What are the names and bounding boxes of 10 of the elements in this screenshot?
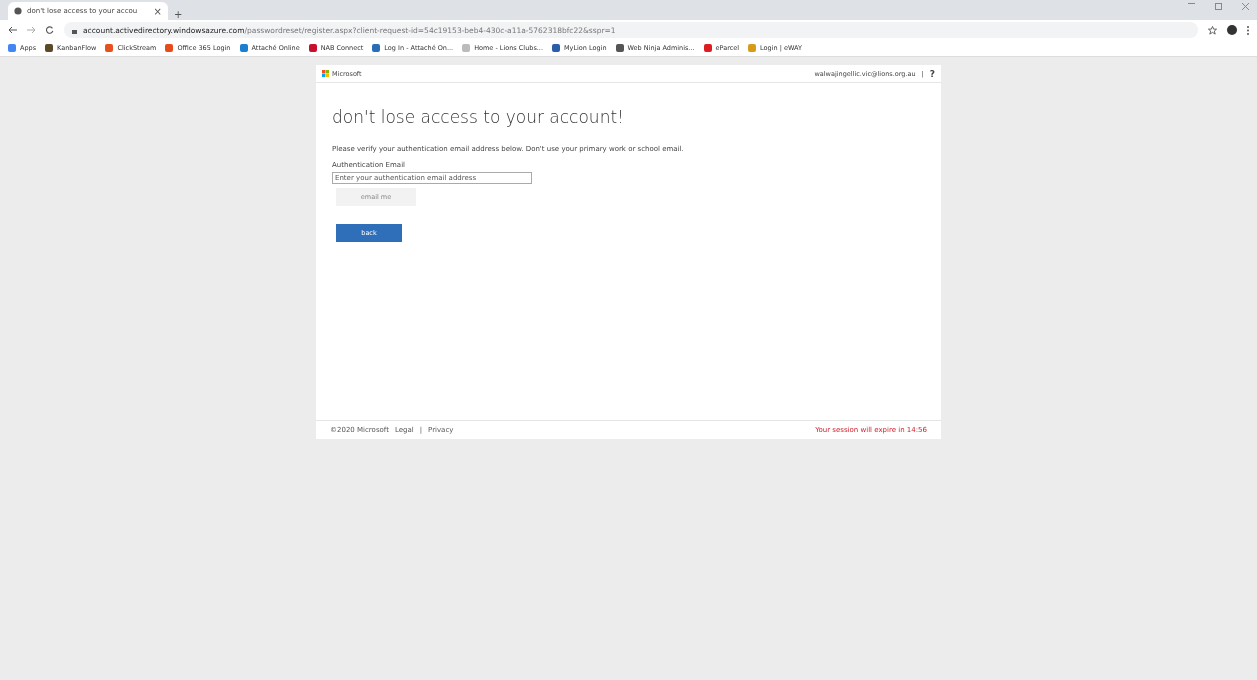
help-link[interactable]: ?: [929, 68, 935, 79]
back-arrow-icon[interactable]: [8, 26, 17, 34]
close-icon[interactable]: [1242, 3, 1249, 10]
tab-close-button[interactable]: ×: [153, 5, 162, 17]
microsoft-logo-icon: [322, 70, 329, 77]
new-tab-button[interactable]: +: [174, 9, 183, 20]
page-title: don't lose access to your account!: [332, 107, 624, 127]
star-icon[interactable]: [1208, 25, 1217, 35]
maximize-icon[interactable]: [1215, 3, 1222, 10]
reload-icon[interactable]: [46, 26, 54, 34]
